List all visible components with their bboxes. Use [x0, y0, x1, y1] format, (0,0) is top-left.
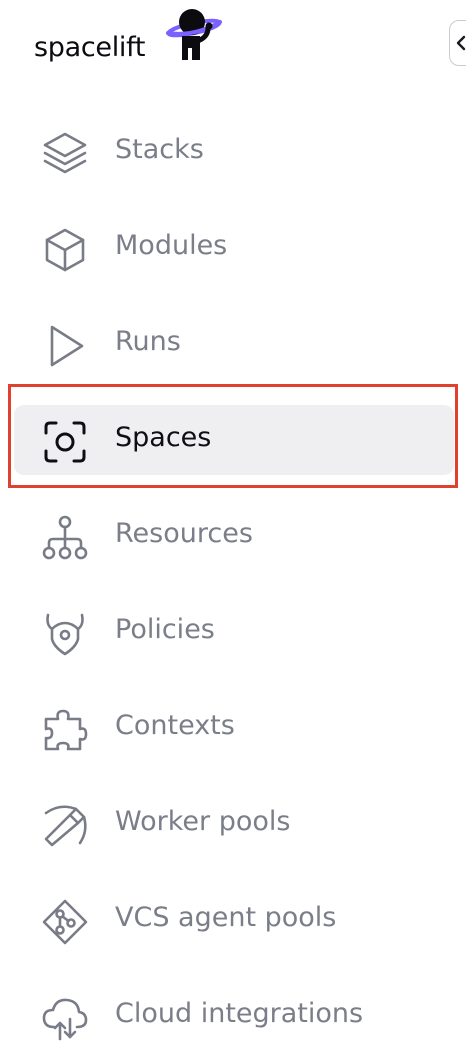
sidebar-nav: Stacks Modules Runs Spaces Resources Pol…	[0, 103, 466, 1063]
sidebar-item-resources[interactable]: Resources	[0, 487, 466, 583]
sidebar-item-label: Policies	[115, 614, 215, 645]
cube-icon	[40, 225, 90, 275]
sidebar-item-label: Cloud integrations	[115, 998, 364, 1029]
highlight-annotation	[8, 384, 458, 488]
sidebar-item-runs[interactable]: Runs	[0, 295, 466, 391]
sidebar-item-vcs-agent-pools[interactable]: VCS agent pools	[0, 871, 466, 967]
hierarchy-icon	[40, 513, 90, 563]
layers-icon	[40, 129, 90, 179]
sidebar-item-label: Contexts	[115, 710, 235, 741]
brand-logo[interactable]: spacelift	[34, 6, 244, 68]
collapse-sidebar-button[interactable]	[449, 20, 466, 66]
sidebar-item-label: Resources	[115, 518, 253, 549]
sidebar-item-label: Modules	[115, 230, 228, 261]
shield-horns-icon	[40, 609, 90, 659]
sidebar: spacelift Stacks Modules Runs Spaces Res…	[0, 0, 466, 1064]
sidebar-item-policies[interactable]: Policies	[0, 583, 466, 679]
sidebar-item-modules[interactable]: Modules	[0, 199, 466, 295]
sidebar-item-worker-pools[interactable]: Worker pools	[0, 775, 466, 871]
cloud-transfer-icon	[40, 993, 90, 1043]
chevron-left-icon	[456, 35, 466, 51]
sidebar-item-stacks[interactable]: Stacks	[0, 103, 466, 199]
sidebar-item-label: Worker pools	[115, 806, 291, 837]
play-icon	[40, 321, 90, 371]
git-diamond-icon	[40, 897, 90, 947]
astronaut-mascot-icon	[166, 9, 222, 60]
pickaxe-icon	[40, 801, 90, 851]
sidebar-item-label: Stacks	[115, 134, 204, 165]
sidebar-item-contexts[interactable]: Contexts	[0, 679, 466, 775]
sidebar-item-label: Runs	[115, 326, 181, 357]
sidebar-item-cloud-integrations[interactable]: Cloud integrations	[0, 967, 466, 1063]
puzzle-icon	[40, 705, 90, 755]
sidebar-item-label: VCS agent pools	[115, 902, 337, 933]
brand-name: spacelift	[34, 32, 146, 63]
